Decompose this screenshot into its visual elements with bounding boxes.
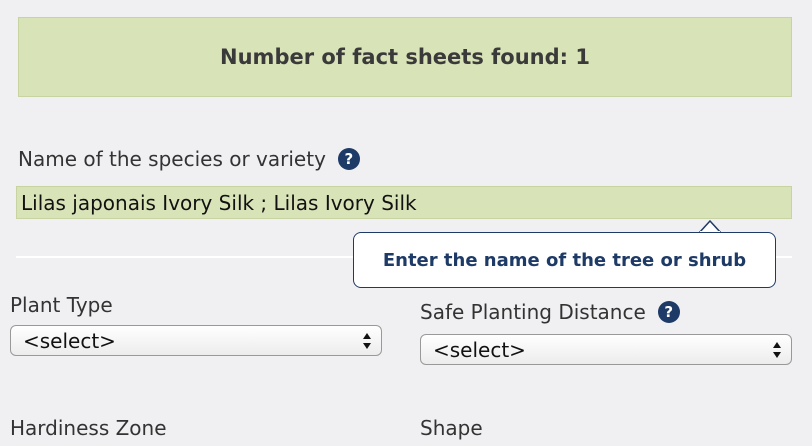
species-help-icon[interactable]: ? (337, 148, 360, 170)
shape-label-text: Shape (420, 416, 483, 440)
hardiness-zone-label-text: Hardiness Zone (10, 416, 167, 440)
select-arrows-icon (773, 342, 781, 358)
safe-planting-distance-label-text: Safe Planting Distance (420, 300, 646, 324)
hardiness-zone-label: Hardiness Zone (10, 416, 167, 440)
safe-planting-distance-label: Safe Planting Distance ? (420, 300, 680, 324)
tooltip-arrow (699, 219, 721, 233)
results-count-banner: Number of fact sheets found: 1 (18, 17, 792, 97)
fact-sheet-search-page: Number of fact sheets found: 1 Name of t… (0, 0, 812, 446)
plant-type-select[interactable]: <select> (10, 325, 382, 356)
species-name-label: Name of the species or variety (18, 147, 326, 171)
safe-planting-distance-help-icon[interactable]: ? (657, 301, 680, 323)
species-name-input[interactable] (16, 186, 792, 219)
safe-planting-distance-select-value: <select> (433, 337, 526, 362)
plant-type-label: Plant Type (10, 293, 113, 317)
plant-type-label-text: Plant Type (10, 293, 113, 317)
select-arrows-icon (363, 333, 371, 349)
species-tooltip-text: Enter the name of the tree or shrub (382, 249, 747, 271)
results-count-text: Number of fact sheets found: 1 (220, 45, 590, 69)
species-tooltip: Enter the name of the tree or shrub (353, 232, 776, 288)
shape-label: Shape (420, 416, 483, 440)
plant-type-select-value: <select> (23, 328, 116, 353)
species-name-label-row: Name of the species or variety ? (18, 147, 360, 171)
safe-planting-distance-select[interactable]: <select> (420, 334, 792, 365)
